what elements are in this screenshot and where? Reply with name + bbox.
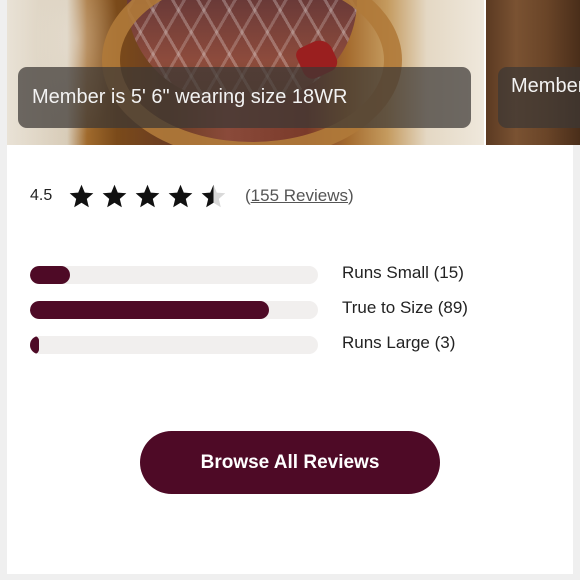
reviews-count: 155 Reviews [250, 186, 348, 205]
star-icon [135, 184, 160, 207]
page: Member is 5' 6" wearing size 18WR Member… [0, 0, 580, 580]
star-rating [68, 183, 233, 210]
star-icon [102, 184, 127, 207]
fit-bar-fill [30, 266, 70, 284]
fit-row-runs-large: Runs Large (3) [30, 333, 455, 355]
reviews-link[interactable]: (155 Reviews) [245, 186, 354, 206]
photo-caption-text: Member is 5' 6" wearing size 18WR [511, 75, 580, 97]
fit-row-runs-small: Runs Small (15) [30, 263, 464, 285]
rating-value: 4.5 [30, 187, 53, 204]
fit-bar-fill [30, 336, 39, 354]
half-star-icon [201, 184, 226, 207]
photo-caption: Member is 5' 6" wearing size 18WR [18, 67, 471, 128]
star-icon [69, 184, 94, 207]
browse-all-reviews-button[interactable]: Browse All Reviews [140, 431, 440, 494]
fit-bar-track [30, 266, 318, 284]
reviews-link-close: ) [348, 186, 354, 205]
fit-label: True to Size (89) [342, 298, 468, 317]
fit-label: Runs Large (3) [342, 333, 456, 352]
fit-label: Runs Small (15) [342, 263, 464, 282]
rating-summary: 4.5 (155 Reviews) [30, 180, 354, 212]
fit-bar-track [30, 301, 318, 319]
fit-bar-fill [30, 301, 269, 319]
star-icon [168, 184, 193, 207]
photo-caption: Member is 5' 6" wearing size 18WR [498, 67, 580, 128]
fit-row-true-to-size: True to Size (89) [30, 298, 468, 320]
fit-bar-track [30, 336, 318, 354]
